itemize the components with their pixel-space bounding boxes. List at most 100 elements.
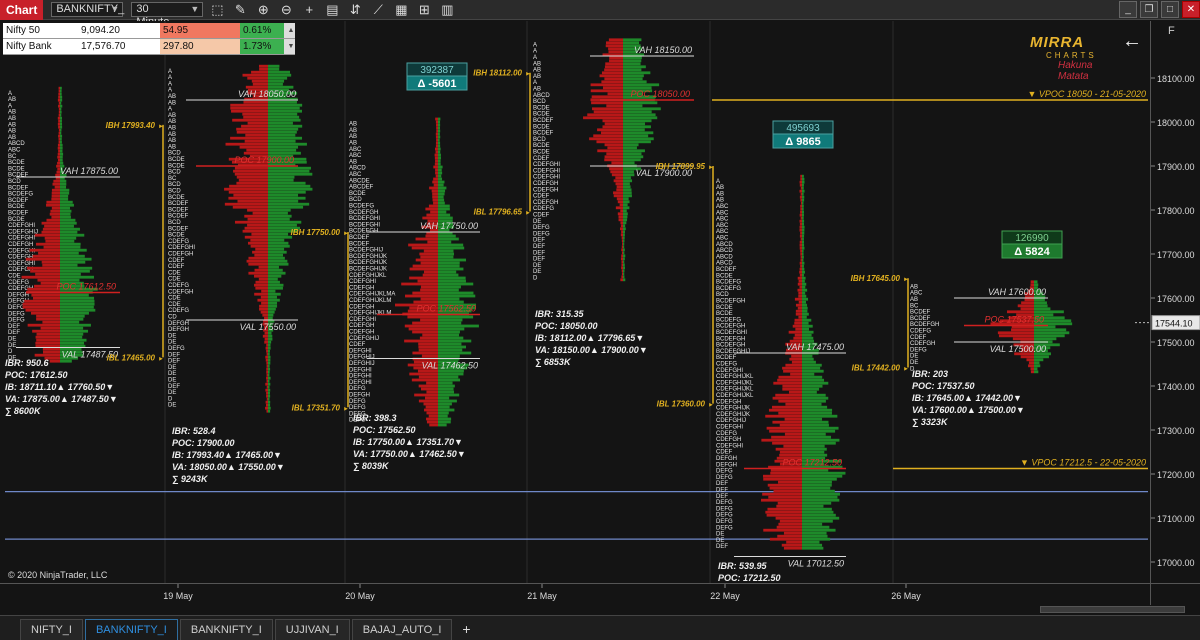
tpo-letters: AABABABABCABCABCABCABCABCABCDABCDABCDABC… <box>716 179 754 550</box>
watchlist-row[interactable]: Nifty Bank 17,576.70 297.80 1.73% ▼ <box>3 39 295 55</box>
tpo-row: BCD <box>8 179 21 185</box>
buy-volume-bar <box>268 184 311 188</box>
tpo-row: DE <box>716 538 724 544</box>
chart-trader-icon[interactable]: ⊞ <box>415 1 433 19</box>
sell-volume-bar <box>613 191 623 195</box>
zoom-in-icon[interactable]: ⊕ <box>254 1 272 19</box>
sell-volume-bar <box>602 119 623 123</box>
buy-volume-bar <box>438 396 450 400</box>
tpo-row: CDE <box>168 302 181 308</box>
sell-volume-bar <box>799 195 802 199</box>
sell-volume-bar <box>412 291 438 295</box>
sell-volume-bar <box>46 203 60 207</box>
f-button[interactable]: F <box>1168 25 1175 37</box>
back-arrow-icon[interactable]: ← <box>1122 30 1142 53</box>
sell-volume-bar <box>246 259 268 263</box>
buy-volume-bar <box>802 234 805 238</box>
price-axis[interactable]: 18100.00 18000.00 17900.00 17800.00 17700.00… <box>1150 21 1200 583</box>
tpo-row: DEFG <box>716 475 733 481</box>
buy-volume-bar <box>60 326 84 330</box>
sell-volume-bar <box>1021 301 1034 305</box>
scroll-up-icon[interactable]: ▲ <box>284 23 295 38</box>
tpo-row: ABCDEF <box>349 185 374 191</box>
minimize-button[interactable]: _ <box>1119 1 1137 18</box>
buy-volume-bar <box>60 236 77 240</box>
buy-volume-bar <box>802 405 828 409</box>
delta-volume-text: 392387 <box>420 65 454 76</box>
strategy-icon[interactable]: ⇵ <box>346 1 364 19</box>
tpo-row: CDEFGHIJKL <box>716 387 754 393</box>
tpo-row: ABCD <box>8 141 25 147</box>
tpo-row: AB <box>716 191 724 197</box>
buy-volume-bar <box>802 270 805 274</box>
interval-selector[interactable]: 30 Minute ▼ <box>131 2 204 28</box>
buy-volume-bar <box>438 123 441 127</box>
buy-volume-bar <box>268 394 271 398</box>
tpo-row: ABCD <box>716 261 733 267</box>
pointer-icon[interactable]: ⬚ <box>208 1 226 19</box>
chart-tab[interactable]: BANKNIFTY_I <box>84 619 178 640</box>
tpo-row: BCDE <box>168 195 185 201</box>
tpo-row: CDE <box>168 277 181 283</box>
chart-tab[interactable]: BANKNIFTY_I <box>179 619 273 640</box>
scroll-down-icon[interactable]: ▼ <box>284 39 295 54</box>
sell-volume-bar <box>41 230 60 234</box>
tpo-row: AB <box>8 116 16 122</box>
buy-volume-bar <box>802 381 829 385</box>
zoom-out-icon[interactable]: ⊖ <box>277 1 295 19</box>
chart-panel[interactable]: ▼ VPOC 18050 - 21-05-2020 ▼ VPOC 17212.5 … <box>0 21 1150 583</box>
sell-volume-bar <box>25 257 60 261</box>
buy-volume-bar <box>438 414 448 418</box>
buy-volume-bar <box>60 155 63 159</box>
restore-button[interactable]: ❐ <box>1140 1 1158 18</box>
watchlist-row[interactable]: Nifty 50 9,094.20 54.95 0.61% ▲ <box>3 23 295 39</box>
buy-volume-bar <box>268 190 306 194</box>
buy-volume-bar <box>268 298 280 302</box>
watchlist-panel[interactable]: Nifty 50 9,094.20 54.95 0.61% ▲ Nifty Bank 17,… <box>3 23 295 55</box>
sell-volume-bar <box>266 379 268 383</box>
instrument-selector[interactable]: BANKNIFTY_ ▼ <box>51 2 124 17</box>
drawing-tools-icon[interactable]: ⟋ <box>369 1 387 19</box>
sell-volume-bar <box>769 537 802 541</box>
tpo-row: DEFG <box>533 225 550 231</box>
sell-volume-bar <box>797 306 802 310</box>
date-axis[interactable]: 19 May 20 May 21 May 22 May 26 May <box>0 583 1150 605</box>
buy-volume-bar <box>1034 334 1065 338</box>
buy-volume-bar <box>268 277 278 281</box>
properties-icon[interactable]: ▤ <box>323 1 341 19</box>
sell-volume-bar <box>775 393 802 397</box>
buy-volume-bar <box>60 191 70 195</box>
close-button[interactable]: ✕ <box>1182 1 1200 18</box>
pencil-icon[interactable]: ✎ <box>231 1 249 19</box>
buy-volume-bar <box>438 423 447 427</box>
buy-volume-bar <box>802 303 808 307</box>
crosshair-icon[interactable]: + <box>300 1 318 19</box>
chart-tab[interactable]: UJJIVAN_I <box>274 619 350 640</box>
buy-volume-bar <box>60 245 81 249</box>
horizontal-scrollbar[interactable] <box>1040 606 1185 613</box>
chart-tab[interactable]: BAJAJ_AUTO_I <box>351 619 453 640</box>
buy-volume-bar <box>60 323 91 327</box>
add-tab-button[interactable]: + <box>454 619 478 640</box>
tpo-row: CDEFGH <box>349 304 374 310</box>
sell-volume-bar <box>431 189 438 193</box>
buy-volume-bar <box>623 212 628 216</box>
indicators-icon[interactable]: ▥ <box>438 1 456 19</box>
sell-volume-bar <box>422 216 438 220</box>
buy-volume-bar <box>802 330 814 334</box>
data-box-icon[interactable]: ▦ <box>392 1 410 19</box>
chart-tab[interactable]: NIFTY_I <box>20 619 83 640</box>
sell-volume-bar <box>244 214 268 218</box>
tpo-row: BCD <box>168 182 181 188</box>
sell-volume-bar <box>228 196 268 200</box>
buy-volume-bar <box>623 116 658 120</box>
buy-volume-bar <box>60 308 96 312</box>
maximize-button[interactable]: □ <box>1161 1 1179 18</box>
tpo-row: DEF <box>168 384 180 390</box>
buy-volume-bar <box>623 242 625 246</box>
profile-1: AAAAABABAABABABABABABBCDBCDEBCDEBCDBCBCD… <box>106 64 313 484</box>
sell-volume-bar <box>792 324 802 328</box>
buy-volume-bar <box>438 264 460 268</box>
sell-volume-bar <box>58 134 60 138</box>
sell-volume-bar <box>243 100 268 104</box>
